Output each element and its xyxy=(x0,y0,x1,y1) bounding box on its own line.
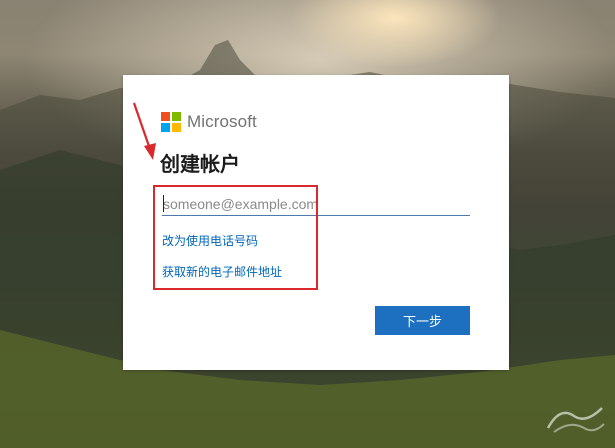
watermark-logo xyxy=(546,407,605,433)
annotation-arrow-icon xyxy=(132,102,156,160)
